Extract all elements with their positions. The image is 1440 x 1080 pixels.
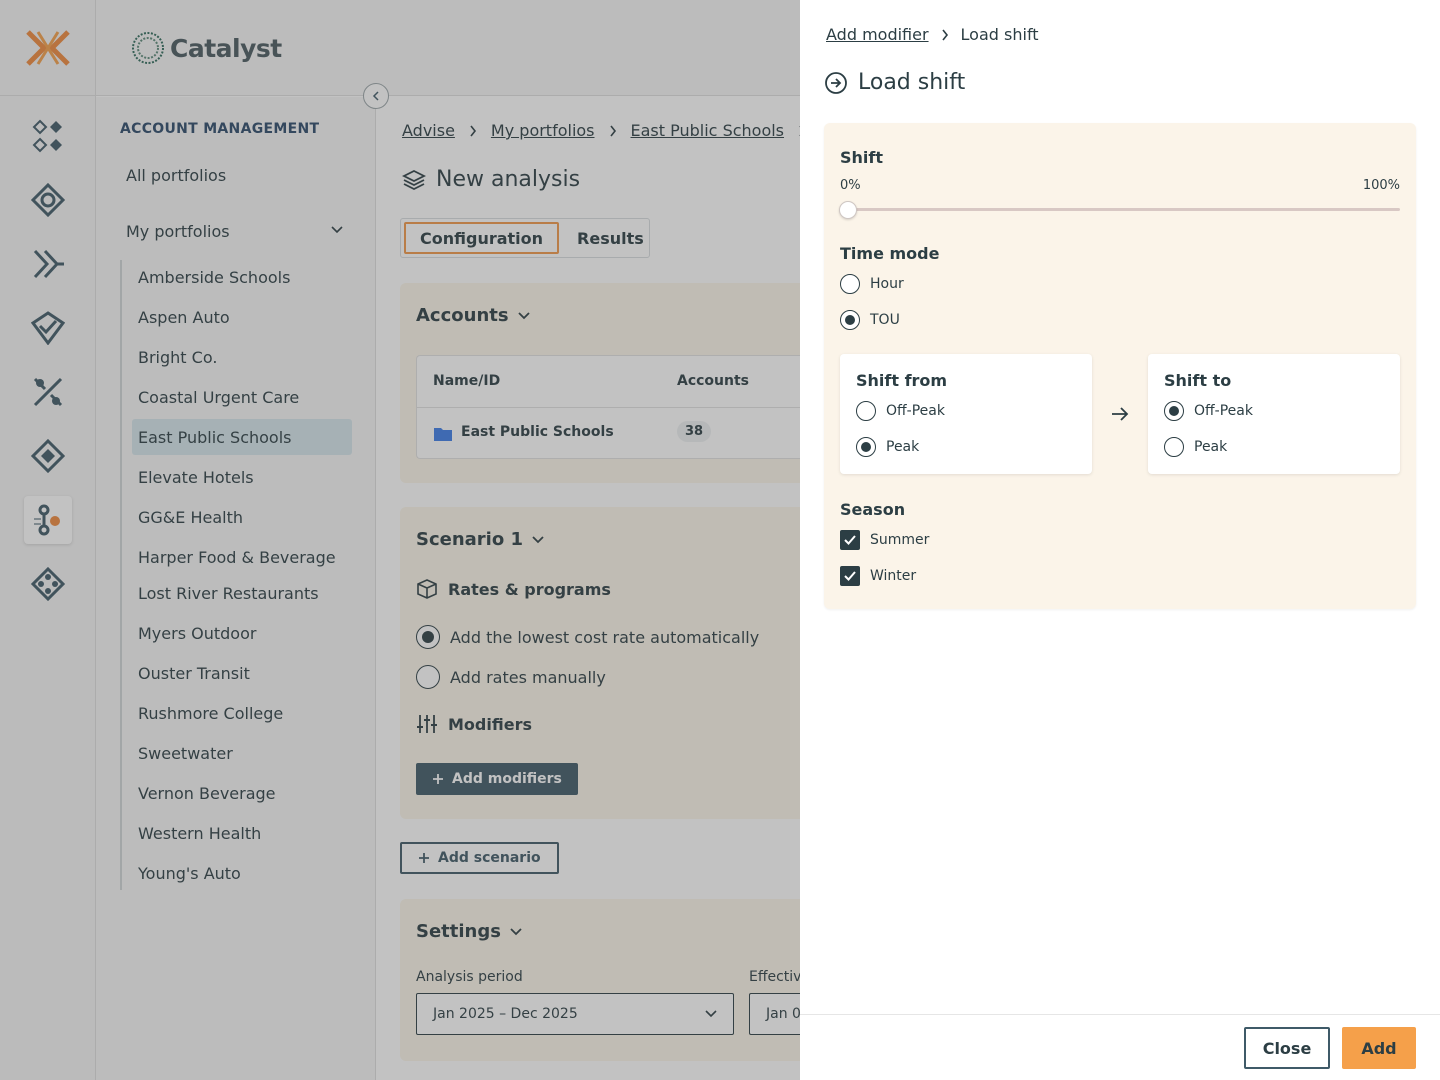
load-shift-panel: Add modifier Load shift Load shift Shift…	[800, 0, 1440, 1080]
shift-from-peak[interactable]: Peak	[856, 437, 919, 457]
shift-min-label: 0%	[840, 178, 861, 193]
radio-button[interactable]	[856, 401, 876, 421]
radio-label: Off-Peak	[886, 403, 945, 419]
radio-label: Peak	[886, 439, 920, 455]
shift-to-off-peak[interactable]: Off-Peak	[1164, 401, 1253, 421]
breadcrumb-load-shift: Load shift	[960, 25, 1039, 44]
arrow-right-icon	[1112, 407, 1129, 421]
add-button[interactable]: Add	[1342, 1027, 1416, 1069]
load-shift-form: Shift 0% 100% Time mode Hour TOU Shift f…	[824, 123, 1416, 609]
checkbox-checked[interactable]	[840, 566, 860, 586]
time-mode-label: Time mode	[840, 244, 940, 263]
shift-from-off-peak[interactable]: Off-Peak	[856, 401, 945, 421]
shift-label: Shift	[840, 148, 884, 167]
panel-breadcrumb: Add modifier Load shift	[826, 25, 1039, 44]
arrow-right-circle-icon	[825, 71, 847, 94]
radio-button[interactable]	[1164, 437, 1184, 457]
checkbox-checked[interactable]	[840, 530, 860, 550]
radio-button-selected[interactable]	[1164, 401, 1184, 421]
panel-title: Load shift	[824, 70, 965, 95]
shift-to-label: Shift to	[1164, 371, 1232, 390]
panel-footer: Close Add	[800, 1014, 1440, 1080]
panel-title-text: Load shift	[858, 70, 966, 95]
chevron-right-icon	[941, 29, 948, 40]
check-icon	[844, 535, 856, 545]
shift-to-peak[interactable]: Peak	[1164, 437, 1227, 457]
radio-button[interactable]	[840, 274, 860, 294]
radio-button-selected[interactable]	[856, 437, 876, 457]
modal-backdrop[interactable]	[0, 0, 800, 1080]
checkbox-label: Summer	[870, 532, 930, 548]
radio-label: TOU	[870, 312, 900, 328]
shift-from-box: Shift from Off-Peak Peak	[840, 354, 1092, 474]
shift-slider-track[interactable]	[848, 208, 1400, 211]
time-mode-tou[interactable]: TOU	[840, 310, 900, 330]
shift-to-box: Shift to Off-Peak Peak	[1148, 354, 1400, 474]
radio-label: Peak	[1194, 439, 1228, 455]
check-icon	[844, 571, 856, 581]
close-button[interactable]: Close	[1244, 1027, 1330, 1069]
time-mode-hour[interactable]: Hour	[840, 274, 904, 294]
checkbox-label: Winter	[870, 568, 917, 584]
shift-from-label: Shift from	[856, 371, 948, 390]
season-label: Season	[840, 500, 906, 519]
radio-label: Off-Peak	[1194, 403, 1253, 419]
breadcrumb-add-modifier[interactable]: Add modifier	[826, 25, 929, 44]
radio-label: Hour	[870, 276, 904, 292]
season-winter[interactable]: Winter	[840, 566, 916, 586]
shift-max-label: 100%	[1362, 178, 1400, 193]
shift-slider-thumb[interactable]	[839, 201, 857, 219]
season-summer[interactable]: Summer	[840, 530, 929, 550]
radio-button-selected[interactable]	[840, 310, 860, 330]
